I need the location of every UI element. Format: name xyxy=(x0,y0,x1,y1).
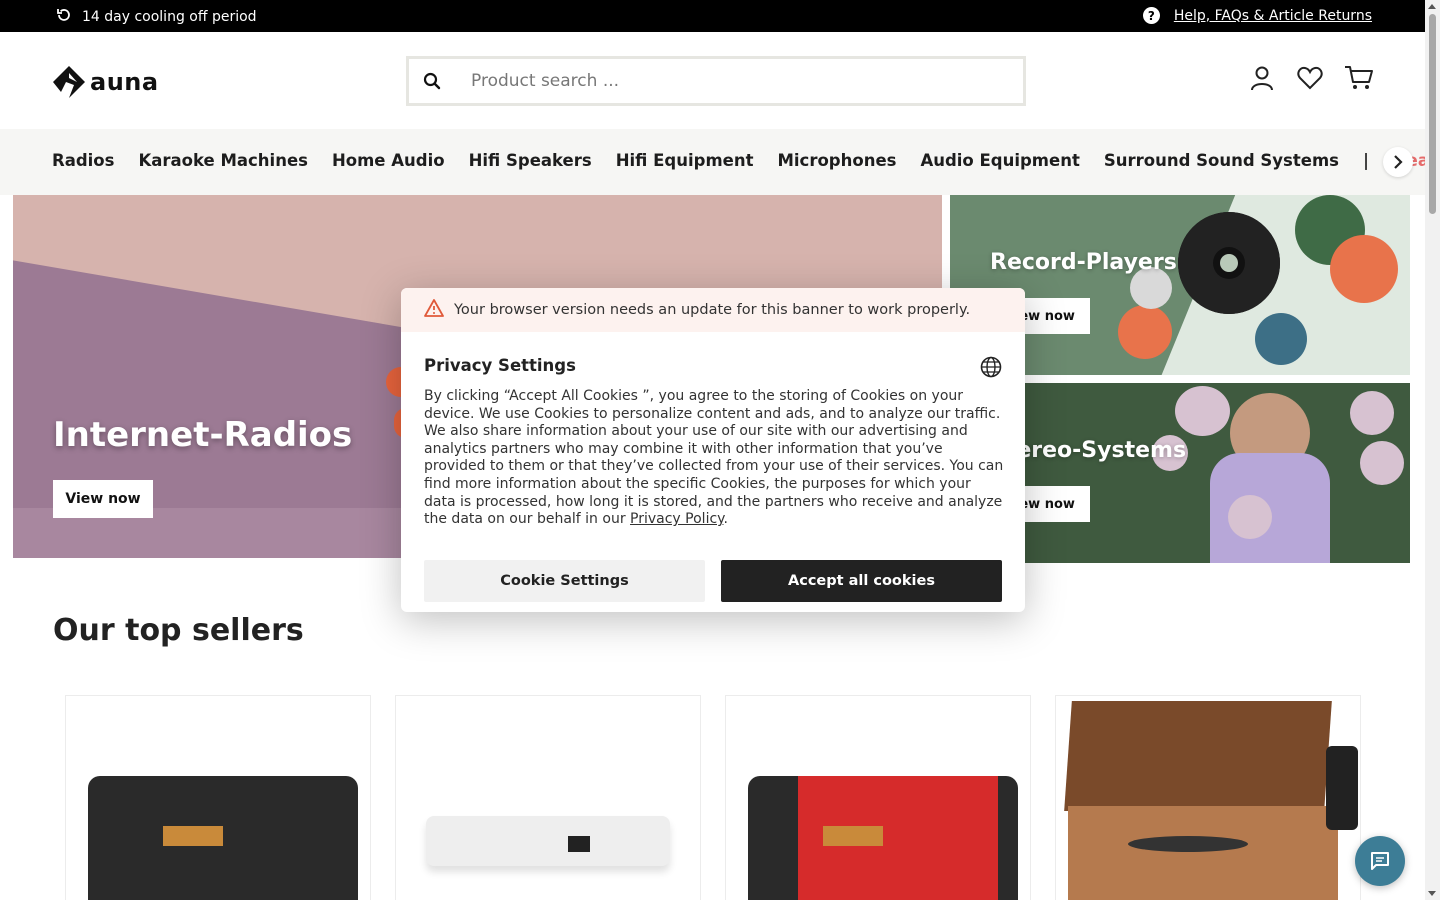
black-radio-product-image xyxy=(78,776,360,900)
red-radio-product-image xyxy=(738,776,1020,900)
auna-logo[interactable]: auna xyxy=(52,65,159,99)
cooling-off-text: 14 day cooling off period xyxy=(82,9,257,25)
cookie-settings-button[interactable]: Cookie Settings xyxy=(424,560,705,602)
page-scrollbar[interactable] xyxy=(1425,0,1440,900)
cart-icon[interactable] xyxy=(1344,64,1374,92)
help-icon: ? xyxy=(1142,7,1160,24)
cassette-bubble-icon xyxy=(1350,391,1394,435)
help-faq-link[interactable]: Help, FAQs & Article Returns xyxy=(1174,8,1372,24)
accept-all-cookies-button[interactable]: Accept all cookies xyxy=(721,560,1002,602)
nav-item-hifi-equipment[interactable]: Hifi Equipment xyxy=(616,151,754,170)
scroll-up-arrow-icon[interactable] xyxy=(1428,4,1436,9)
search-icon[interactable] xyxy=(409,72,455,90)
cooling-off-notice: 14 day cooling off period xyxy=(56,7,257,27)
globe-language-icon[interactable] xyxy=(980,356,1002,382)
scrollbar-thumb[interactable] xyxy=(1429,14,1436,214)
browser-warning-text: Your browser version needs an update for… xyxy=(454,302,971,318)
return-arrow-icon xyxy=(56,7,72,27)
wishlist-heart-icon[interactable] xyxy=(1296,64,1324,92)
nav-item-microphones[interactable]: Microphones xyxy=(777,151,896,170)
hero-main-view-now-button[interactable]: View now xyxy=(53,480,153,518)
help-link-group[interactable]: ? Help, FAQs & Article Returns xyxy=(1142,7,1372,24)
browser-warning-banner: Your browser version needs an update for… xyxy=(401,288,1025,332)
cookie-consent-dialog: Your browser version needs an update for… xyxy=(401,288,1025,612)
nav-item-hifi-speakers[interactable]: Hifi Speakers xyxy=(469,151,592,170)
dance-bubble-icon xyxy=(1360,441,1404,485)
privacy-description-text: By clicking “Accept All Cookies ”, you a… xyxy=(424,388,1004,528)
nav-item-home-audio[interactable]: Home Audio xyxy=(332,151,445,170)
category-nav: Radios Karaoke Machines Home Audio Hifi … xyxy=(0,129,1440,195)
privacy-description: By clicking “Accept All Cookies ”, you a… xyxy=(424,388,1004,528)
scroll-down-arrow-icon[interactable] xyxy=(1428,891,1436,896)
top-sellers-title: Our top sellers xyxy=(53,613,304,648)
nav-separator: | xyxy=(1362,151,1369,170)
header: auna xyxy=(0,32,1425,129)
top-bar: 14 day cooling off period ? Help, FAQs &… xyxy=(0,0,1425,32)
chat-bubble-icon xyxy=(1371,852,1389,870)
nav-item-audio-equipment[interactable]: Audio Equipment xyxy=(920,151,1079,170)
nav-item-radios[interactable]: Radios xyxy=(52,151,114,170)
microphone-bubble-icon xyxy=(1175,386,1230,436)
privacy-policy-link[interactable]: Privacy Policy xyxy=(630,511,723,527)
product-card[interactable] xyxy=(65,695,371,900)
search-input[interactable] xyxy=(455,71,995,91)
nav-item-surround-sound-systems[interactable]: Surround Sound Systems xyxy=(1104,151,1339,170)
record-players-title: Record-Players xyxy=(990,250,1177,275)
search-bar[interactable] xyxy=(406,56,1026,106)
chat-button[interactable] xyxy=(1355,836,1405,886)
product-card[interactable] xyxy=(1055,695,1361,900)
record-label xyxy=(1220,254,1238,272)
product-card[interactable] xyxy=(395,695,701,900)
auna-logo-mark-icon xyxy=(53,66,85,98)
logo-text: auna xyxy=(90,68,159,96)
hero-main-title: Internet-Radios xyxy=(53,415,353,455)
turntable-bubble-icon xyxy=(1330,235,1398,303)
warning-triangle-icon xyxy=(424,299,444,321)
music-note-bubble-icon xyxy=(1255,313,1307,365)
heart-bubble-icon xyxy=(1118,305,1172,359)
account-icon[interactable] xyxy=(1248,64,1276,92)
product-card[interactable] xyxy=(725,695,1031,900)
privacy-settings-title: Privacy Settings xyxy=(424,356,576,375)
header-actions xyxy=(1248,64,1374,92)
wooden-record-player-product-image xyxy=(1064,696,1358,900)
nav-item-karaoke-machines[interactable]: Karaoke Machines xyxy=(138,151,308,170)
nav-scroll-right-icon[interactable] xyxy=(1383,147,1413,177)
music-note-bubble-icon xyxy=(1228,495,1272,539)
white-amplifier-product-image xyxy=(408,776,690,900)
